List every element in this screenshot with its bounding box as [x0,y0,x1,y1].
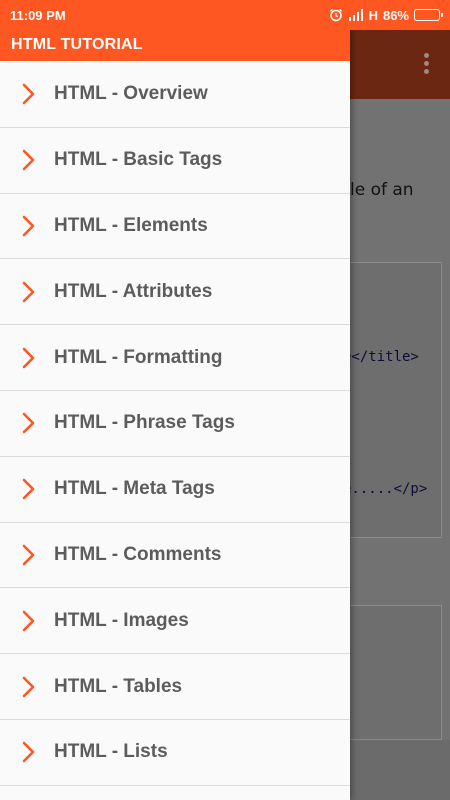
signal-icon [348,9,364,21]
battery-icon [414,9,443,21]
drawer-item[interactable]: HTML - Meta Tags [0,457,350,523]
drawer-item[interactable]: HTML - Elements [0,194,350,260]
drawer-item-label: HTML - Phrase Tags [54,412,235,434]
drawer-item[interactable]: HTML - Phrase Tags [0,391,350,457]
chevron-right-icon [0,281,54,303]
battery-percent: 86% [382,7,409,23]
drawer-item[interactable]: HTML - Comments [0,523,350,589]
chevron-right-icon [0,544,54,566]
drawer-item[interactable]: HTML - Basic Tags [0,128,350,194]
page-paragraph-fragment: le of an [350,180,414,200]
chevron-right-icon [0,347,54,369]
code-block: e</title> e.....</p> [343,262,442,538]
drawer-item-label: HTML - Lists [54,741,168,763]
drawer-item-label: HTML - Attributes [54,280,213,302]
chevron-right-icon [0,412,54,434]
code-line: e</title> [343,349,419,365]
drawer-item-label: HTML - Formatting [54,346,223,368]
drawer-item[interactable]: HTML - Lists [0,720,350,786]
drawer-item-label: HTML - Tables [54,675,183,697]
chevron-right-icon [0,478,54,500]
chevron-right-icon [0,610,54,632]
alarm-icon [329,8,343,22]
network-type: H [368,7,378,23]
drawer-item[interactable]: HTML - Formatting [0,325,350,391]
chevron-right-icon [0,215,54,237]
chevron-right-icon [0,83,54,105]
drawer-item-label: HTML - Overview [54,83,208,105]
chevron-right-icon [0,149,54,171]
drawer-item-label: HTML - Elements [54,214,208,236]
drawer-item-label: HTML - Basic Tags [54,149,223,171]
drawer-item[interactable]: HTML - Attributes [0,259,350,326]
drawer-item[interactable]: HTML - Tables [0,654,350,720]
drawer-item-label: HTML - Comments [54,543,222,565]
drawer-title: HTML TUTORIAL [0,30,350,61]
status-bar: 11:09 PM H 86% [0,0,450,30]
drawer-item[interactable]: HTML - Overview [0,62,350,128]
navigation-drawer: HTML TUTORIAL HTML - Overview HTML - Bas… [0,0,350,800]
more-vert-icon[interactable] [424,53,430,77]
chevron-right-icon [0,676,54,698]
code-line: e.....</p> [343,481,428,497]
drawer-item-label: HTML - Images [54,609,189,631]
drawer-list: HTML - Overview HTML - Basic Tags HTML -… [0,62,350,786]
status-time: 11:09 PM [10,7,66,23]
chevron-right-icon [0,741,54,763]
drawer-item-label: HTML - Meta Tags [54,478,215,500]
drawer-item[interactable]: HTML - Images [0,588,350,655]
code-block [348,605,442,740]
